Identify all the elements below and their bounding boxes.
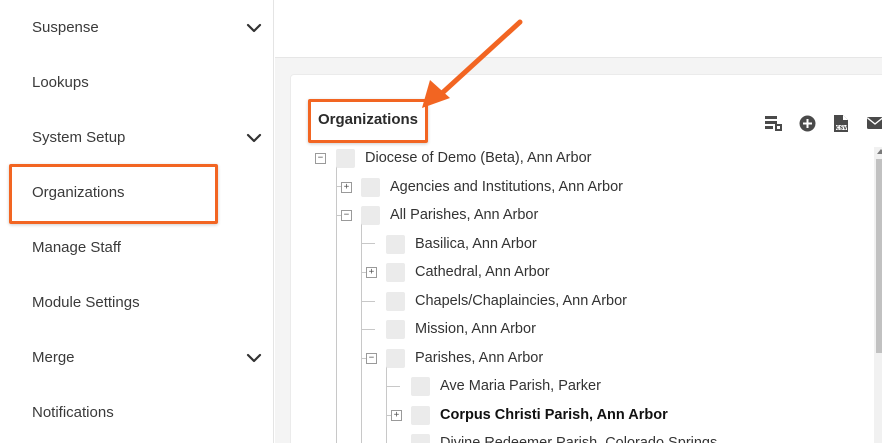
chevron-down-icon[interactable] (246, 23, 262, 33)
collapse-toggle-icon[interactable]: − (341, 210, 352, 221)
tree-connector (361, 301, 375, 302)
sidebar-item-manage-staff[interactable]: Manage Staff (0, 220, 274, 275)
organization-tree: − + − + − + Diocese of Demo (Beta), Ann … (291, 145, 873, 443)
node-checkbox[interactable] (386, 291, 405, 311)
csv-file-icon[interactable]: CSV (831, 113, 851, 133)
sidebar-item-label: Organizations (32, 184, 125, 201)
sidebar-item-organizations[interactable]: Organizations (0, 165, 274, 220)
sidebar-item-label: Merge (32, 349, 75, 366)
sidebar-item-label: Lookups (32, 74, 89, 91)
org-chart-icon[interactable] (763, 113, 783, 133)
collapse-toggle-icon[interactable]: − (315, 153, 326, 164)
top-bar (275, 0, 882, 58)
add-circle-icon[interactable] (797, 113, 817, 133)
collapse-toggle-icon[interactable]: − (366, 353, 377, 364)
node-label: Chapels/Chaplaincies, Ann Arbor (415, 293, 627, 309)
node-label: Diocese of Demo (Beta), Ann Arbor (365, 150, 592, 166)
scroll-up-arrow-icon[interactable] (877, 149, 882, 154)
tree-connector (336, 161, 337, 443)
svg-text:CSV: CSV (835, 125, 846, 131)
node-checkbox[interactable] (411, 376, 430, 396)
sidebar-item-suspense[interactable]: Suspense (0, 0, 274, 55)
tree-node[interactable]: Divine Redeemer Parish, Colorado Springs (411, 432, 717, 443)
node-label: Parishes, Ann Arbor (415, 350, 544, 366)
node-checkbox[interactable] (361, 205, 380, 225)
node-checkbox[interactable] (386, 348, 405, 368)
sidebar-item-label: Module Settings (32, 294, 140, 311)
sidebar-item-lookups[interactable]: Lookups (0, 55, 274, 110)
sidebar: Suspense Lookups System Setup Organizati… (0, 0, 274, 443)
scrollbar-thumb[interactable] (876, 159, 882, 353)
sidebar-item-merge[interactable]: Merge (0, 330, 274, 385)
tree-node[interactable]: Ave Maria Parish, Parker (411, 375, 601, 397)
sidebar-item-label: Manage Staff (32, 239, 121, 256)
node-label: Cathedral, Ann Arbor (415, 264, 550, 280)
node-label: Mission, Ann Arbor (415, 321, 536, 337)
node-label: All Parishes, Ann Arbor (390, 207, 539, 223)
node-label: Agencies and Institutions, Ann Arbor (390, 179, 623, 195)
main-content: Organizations CSV − + − + − + Diocese of… (275, 0, 882, 443)
tree-node[interactable]: Diocese of Demo (Beta), Ann Arbor (336, 147, 591, 169)
node-checkbox[interactable] (336, 148, 355, 168)
tree-node[interactable]: Cathedral, Ann Arbor (386, 261, 550, 283)
node-checkbox[interactable] (386, 319, 405, 339)
tree-node[interactable]: Agencies and Institutions, Ann Arbor (361, 176, 623, 198)
node-checkbox[interactable] (361, 177, 380, 197)
node-label: Ave Maria Parish, Parker (440, 378, 601, 394)
tree-node-selected[interactable]: Corpus Christi Parish, Ann Arbor (411, 404, 668, 426)
node-label: Divine Redeemer Parish, Colorado Springs (440, 435, 718, 443)
node-label: Basilica, Ann Arbor (415, 236, 537, 252)
tree-node[interactable]: All Parishes, Ann Arbor (361, 204, 538, 226)
expand-toggle-icon[interactable]: + (366, 267, 377, 278)
panel-toolbar: CSV (763, 113, 882, 133)
tree-scrollbar[interactable] (874, 147, 882, 443)
tree-node[interactable]: Chapels/Chaplaincies, Ann Arbor (386, 290, 627, 312)
sidebar-item-system-setup[interactable]: System Setup (0, 110, 274, 165)
tree-connector (361, 329, 375, 330)
node-checkbox[interactable] (411, 433, 430, 443)
tree-connector (386, 360, 387, 443)
chevron-down-icon[interactable] (246, 133, 262, 143)
node-checkbox[interactable] (386, 262, 405, 282)
sidebar-item-module-settings[interactable]: Module Settings (0, 275, 274, 330)
envelope-icon[interactable] (865, 113, 882, 133)
tree-connector (361, 243, 375, 244)
tree-node[interactable]: Mission, Ann Arbor (386, 318, 536, 340)
tree-connector (386, 386, 400, 387)
node-label: Corpus Christi Parish, Ann Arbor (440, 407, 668, 423)
node-checkbox[interactable] (411, 405, 430, 425)
tree-connector (361, 218, 362, 443)
tree-node[interactable]: Parishes, Ann Arbor (386, 347, 543, 369)
sidebar-item-notifications[interactable]: Notifications (0, 385, 274, 440)
sidebar-item-label: Notifications (32, 404, 114, 421)
expand-toggle-icon[interactable]: + (341, 182, 352, 193)
expand-toggle-icon[interactable]: + (391, 410, 402, 421)
sidebar-item-label: System Setup (32, 129, 126, 146)
panel-title: Organizations (318, 111, 419, 128)
organizations-panel: Organizations CSV − + − + − + Diocese of… (290, 74, 882, 443)
node-checkbox[interactable] (386, 234, 405, 254)
chevron-down-icon[interactable] (246, 353, 262, 363)
tree-node[interactable]: Basilica, Ann Arbor (386, 233, 537, 255)
sidebar-item-label: Suspense (32, 19, 99, 36)
